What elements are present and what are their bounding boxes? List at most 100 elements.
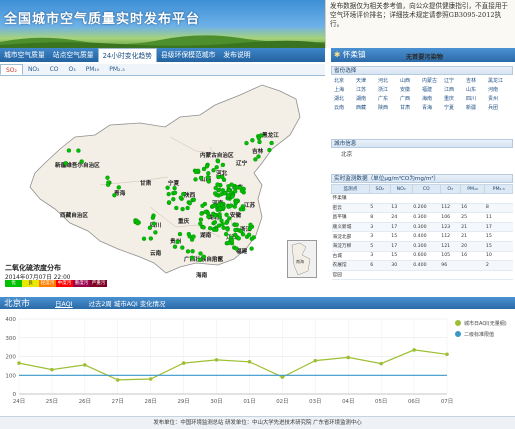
station-dot[interactable] — [186, 231, 191, 237]
station-dot[interactable] — [189, 255, 195, 260]
station-dot[interactable] — [248, 222, 253, 227]
station-dot[interactable] — [267, 147, 272, 153]
province-link[interactable]: 浙江 — [378, 86, 400, 94]
station-dot[interactable] — [211, 168, 216, 173]
province-link[interactable]: 吉林 — [466, 77, 488, 85]
province-link[interactable]: 内蒙古 — [422, 77, 444, 85]
province-link[interactable]: 安徽 — [400, 86, 422, 94]
station-dot[interactable] — [220, 174, 225, 180]
station-dot[interactable] — [150, 215, 156, 220]
province-link[interactable]: 陕西 — [378, 104, 400, 112]
tab-co[interactable]: CO — [45, 64, 64, 75]
tab-pm10[interactable]: PM₁₀ — [81, 64, 105, 75]
province-link[interactable]: 辽宁 — [444, 77, 466, 85]
station-dot[interactable] — [218, 206, 223, 211]
station-dot[interactable] — [172, 244, 178, 249]
province-link[interactable]: 山西 — [400, 77, 422, 85]
province-link[interactable]: 贵州 — [488, 95, 510, 103]
station-dot[interactable] — [233, 227, 238, 233]
province-link[interactable]: 西藏 — [356, 104, 378, 112]
station-dot[interactable] — [229, 182, 234, 187]
tab-pm25[interactable]: PM₂.₅ — [104, 64, 130, 75]
tab-daily-aqi[interactable]: 日AQI — [55, 299, 73, 308]
station-dot[interactable] — [199, 211, 204, 216]
station-dot[interactable] — [151, 221, 157, 226]
station-dot[interactable] — [200, 203, 205, 208]
province-link[interactable]: 云南 — [334, 104, 356, 112]
station-dot[interactable] — [228, 203, 234, 208]
station-dot[interactable] — [193, 177, 198, 182]
province-link[interactable]: 甘肃 — [400, 104, 422, 112]
station-dot[interactable] — [249, 236, 254, 241]
station-dot[interactable] — [216, 174, 221, 180]
china-map[interactable]: 黑龙江吉林辽宁内蒙古自治区新疆维吾尔自治区西藏自治区青海甘肃宁夏陕西山西河北山东… — [0, 77, 331, 297]
station-dot[interactable] — [234, 222, 239, 227]
tab-24h-trend[interactable]: 24小时变化趋势 — [97, 48, 157, 62]
station-dot[interactable] — [172, 185, 177, 191]
province-link[interactable]: 福建 — [422, 86, 444, 94]
table-row[interactable]: 顺义新城 3 17 0.300 123 21 17 — [331, 222, 513, 233]
station-dot[interactable] — [198, 217, 204, 222]
station-dot[interactable] — [206, 179, 211, 184]
station-dot[interactable] — [227, 216, 232, 221]
tab-no2[interactable]: NO₂ — [23, 64, 45, 75]
station-dot[interactable] — [178, 195, 183, 200]
station-dot[interactable] — [256, 135, 262, 141]
province-link[interactable]: 湖北 — [334, 95, 356, 103]
province-link[interactable]: 兵团 — [488, 104, 510, 112]
station-dot[interactable] — [249, 246, 254, 251]
station-dot[interactable] — [250, 138, 255, 143]
province-link[interactable]: 河北 — [378, 77, 400, 85]
province-link[interactable]: 广东 — [378, 95, 400, 103]
province-link[interactable]: 海南 — [422, 95, 444, 103]
station-dot[interactable] — [213, 191, 218, 196]
station-dot[interactable] — [66, 148, 72, 153]
province-link[interactable]: 新疆 — [466, 104, 488, 112]
station-dot[interactable] — [135, 221, 140, 226]
station-dot[interactable] — [269, 140, 274, 146]
station-dot[interactable] — [217, 212, 222, 217]
station-dot[interactable] — [230, 194, 235, 199]
station-dot[interactable] — [193, 169, 199, 175]
station-dot[interactable] — [207, 226, 213, 231]
station-dot[interactable] — [203, 209, 208, 215]
station-dot[interactable] — [219, 192, 224, 197]
station-dot[interactable] — [240, 204, 245, 209]
station-dot[interactable] — [185, 205, 190, 211]
station-dot[interactable] — [226, 187, 232, 193]
province-link[interactable]: 黑龙江 — [488, 77, 510, 85]
station-dot[interactable] — [153, 230, 158, 235]
province-link[interactable]: 上海 — [334, 86, 356, 94]
station-dot[interactable] — [175, 239, 180, 245]
tab-o3[interactable]: O₃ — [63, 64, 80, 75]
station-dot[interactable] — [212, 213, 218, 218]
station-dot[interactable] — [147, 225, 153, 230]
province-link[interactable]: 湖南 — [356, 95, 378, 103]
tab-two-week-aqi[interactable]: 过去2周 城市AQI 变化情况 — [89, 299, 166, 308]
province-link[interactable]: 四川 — [466, 95, 488, 103]
station-dot[interactable] — [256, 154, 261, 159]
station-dot[interactable] — [172, 190, 178, 195]
station-dot[interactable] — [223, 231, 229, 237]
station-dot[interactable] — [214, 165, 219, 170]
table-row[interactable]: 农展馆 6 30 0.400 96 2 — [331, 260, 513, 271]
station-dot[interactable] — [236, 236, 241, 241]
table-row[interactable]: 密云 5 13 0.200 112 16 8 — [331, 203, 513, 214]
station-dot[interactable] — [215, 182, 220, 187]
station-dot[interactable] — [212, 220, 218, 225]
tab-release-notes[interactable]: 发布说明 — [219, 48, 254, 62]
station-dot[interactable] — [224, 220, 229, 225]
station-dot[interactable] — [180, 245, 185, 250]
province-link[interactable]: 山东 — [466, 86, 488, 94]
station-dot[interactable] — [112, 193, 117, 198]
station-dot[interactable] — [174, 205, 179, 211]
station-dot[interactable] — [220, 222, 225, 227]
station-dot[interactable] — [238, 229, 244, 234]
station-dot[interactable] — [211, 227, 217, 232]
station-dot[interactable] — [219, 218, 224, 223]
province-link[interactable]: 北京 — [334, 77, 356, 85]
station-dot[interactable] — [141, 236, 147, 241]
table-row[interactable]: 怀柔镇 — [331, 193, 513, 204]
station-dot[interactable] — [166, 200, 172, 205]
station-dot[interactable] — [198, 251, 203, 256]
